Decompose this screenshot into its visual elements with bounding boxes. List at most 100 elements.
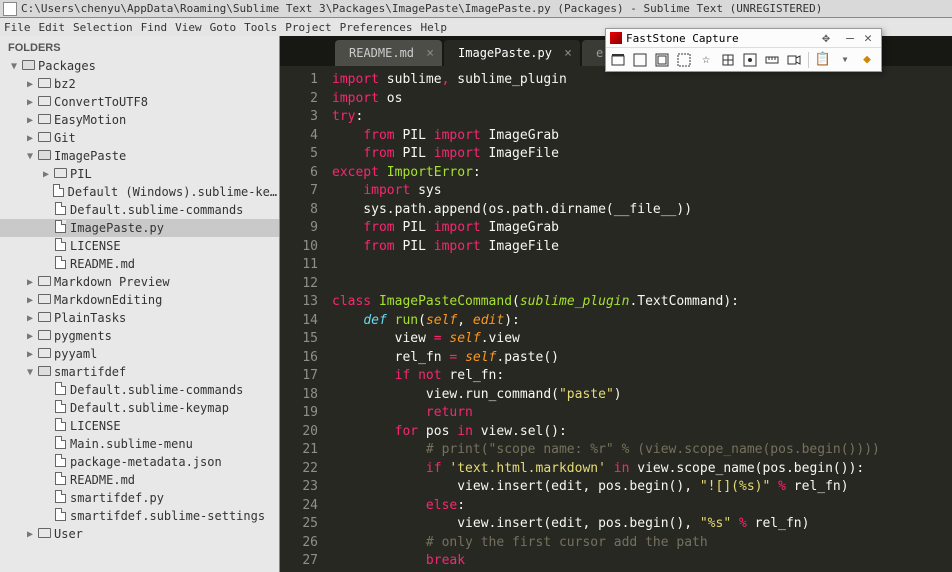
- tree-arrow-icon[interactable]: ▼: [24, 151, 36, 162]
- tree-item[interactable]: ▶bz2: [0, 75, 279, 93]
- tree-arrow-icon[interactable]: ▶: [24, 529, 36, 540]
- folder-icon: [36, 95, 52, 109]
- tree-item[interactable]: ImagePaste.py: [0, 219, 279, 237]
- folder-icon: [36, 131, 52, 145]
- menu-edit[interactable]: Edit: [35, 21, 70, 34]
- tree-label: Packages: [38, 59, 96, 73]
- capture-fullscreen-icon[interactable]: ☆: [698, 52, 714, 68]
- screen-ruler-icon[interactable]: [764, 52, 780, 68]
- faststone-title: FastStone Capture: [626, 32, 739, 45]
- tree-item[interactable]: ▶PlainTasks: [0, 309, 279, 327]
- line-number: 12: [280, 275, 318, 294]
- menu-goto[interactable]: Goto: [206, 21, 241, 34]
- tree-arrow-icon[interactable]: ▶: [24, 97, 36, 108]
- tree-item[interactable]: ▼ImagePaste: [0, 147, 279, 165]
- tree-item[interactable]: ▼smartifdef: [0, 363, 279, 381]
- tree-arrow-icon[interactable]: ▶: [24, 277, 36, 288]
- file-icon: [52, 382, 68, 398]
- tab[interactable]: ImagePaste.py×: [444, 40, 580, 66]
- line-number: 3: [280, 108, 318, 127]
- line-number: 7: [280, 182, 318, 201]
- line-number: 22: [280, 460, 318, 479]
- code-line: from PIL import ImageGrab: [332, 127, 952, 146]
- tree-arrow-icon[interactable]: ▼: [24, 367, 36, 378]
- tree-item[interactable]: ▶EasyMotion: [0, 111, 279, 129]
- code-content[interactable]: import sublime, sublime_pluginimport ost…: [332, 66, 952, 572]
- menu-find[interactable]: Find: [137, 21, 172, 34]
- code-line: from PIL import ImageFile: [332, 145, 952, 164]
- tree-item[interactable]: smartifdef.py: [0, 489, 279, 507]
- tree-item[interactable]: ▶ConvertToUTF8: [0, 93, 279, 111]
- code-line: view.run_command("paste"): [332, 386, 952, 405]
- tree-item[interactable]: ▶MarkdownEditing: [0, 291, 279, 309]
- tree-arrow-icon[interactable]: ▶: [24, 331, 36, 342]
- folder-icon: [20, 59, 36, 73]
- tree-arrow-icon[interactable]: ▶: [40, 169, 52, 180]
- line-number: 10: [280, 238, 318, 257]
- capture-freehand-icon[interactable]: [676, 52, 692, 68]
- tree-item[interactable]: smartifdef.sublime-settings: [0, 507, 279, 525]
- capture-window-icon[interactable]: [632, 52, 648, 68]
- tree-item[interactable]: package-metadata.json: [0, 453, 279, 471]
- capture-rect-icon[interactable]: [654, 52, 670, 68]
- code-line: view = self.view: [332, 330, 952, 349]
- tree-arrow-icon[interactable]: ▶: [24, 133, 36, 144]
- menu-preferences[interactable]: Preferences: [336, 21, 417, 34]
- tree-item[interactable]: Main.sublime-menu: [0, 435, 279, 453]
- settings-icon[interactable]: ◆: [859, 52, 875, 68]
- tree-item[interactable]: README.md: [0, 255, 279, 273]
- menu-help[interactable]: Help: [416, 21, 451, 34]
- code-line: import sublime, sublime_plugin: [332, 71, 952, 90]
- faststone-icon: [610, 32, 622, 44]
- tree-item[interactable]: ▶pygments: [0, 327, 279, 345]
- file-icon: [52, 256, 68, 272]
- menu-selection[interactable]: Selection: [69, 21, 137, 34]
- tree-item[interactable]: ▶pyyaml: [0, 345, 279, 363]
- capture-fixed-icon[interactable]: [742, 52, 758, 68]
- tree-item[interactable]: ▶PIL: [0, 165, 279, 183]
- tree-item[interactable]: Default.sublime-commands: [0, 381, 279, 399]
- tab-close-icon[interactable]: ×: [426, 46, 434, 61]
- close-button[interactable]: ✕: [861, 31, 875, 45]
- line-number: 18: [280, 386, 318, 405]
- line-number: 8: [280, 201, 318, 220]
- tree-label: README.md: [70, 473, 135, 487]
- tree-item[interactable]: ▶Git: [0, 129, 279, 147]
- tree-arrow-icon[interactable]: ▶: [24, 349, 36, 360]
- tree-item[interactable]: ▶User: [0, 525, 279, 543]
- tree-arrow-icon[interactable]: ▶: [24, 295, 36, 306]
- faststone-titlebar[interactable]: FastStone Capture ✥ — ✕: [606, 29, 881, 48]
- tree-item[interactable]: Default.sublime-keymap: [0, 399, 279, 417]
- tree-label: LICENSE: [70, 239, 121, 253]
- tree-item[interactable]: LICENSE: [0, 417, 279, 435]
- code-line: class ImagePasteCommand(sublime_plugin.T…: [332, 293, 952, 312]
- tree-arrow-icon[interactable]: ▶: [24, 115, 36, 126]
- capture-active-window-icon[interactable]: [610, 52, 626, 68]
- capture-scrolling-icon[interactable]: [720, 52, 736, 68]
- tab-close-icon[interactable]: ×: [564, 46, 572, 61]
- tree-item[interactable]: README.md: [0, 471, 279, 489]
- tree-item[interactable]: Default (Windows).sublime-keymap: [0, 183, 279, 201]
- move-icon[interactable]: ✥: [817, 31, 835, 45]
- line-number: 1: [280, 71, 318, 90]
- tree-arrow-icon[interactable]: ▶: [24, 79, 36, 90]
- tree-arrow-icon[interactable]: ▼: [8, 61, 20, 72]
- window-titlebar: C:\Users\chenyu\AppData\Roaming\Sublime …: [0, 0, 952, 18]
- tab[interactable]: README.md×: [335, 40, 442, 66]
- code-area[interactable]: 1234567891011121314151617181920212223242…: [280, 66, 952, 572]
- tree-label: package-metadata.json: [70, 455, 222, 469]
- minimize-button[interactable]: —: [843, 31, 857, 45]
- tree-item[interactable]: ▶Markdown Preview: [0, 273, 279, 291]
- output-dropdown-icon[interactable]: ▼: [837, 52, 853, 68]
- tree-item[interactable]: Default.sublime-commands: [0, 201, 279, 219]
- menu-file[interactable]: File: [0, 21, 35, 34]
- tree-item[interactable]: LICENSE: [0, 237, 279, 255]
- menu-project[interactable]: Project: [281, 21, 335, 34]
- output-clipboard-icon[interactable]: 📋: [815, 52, 831, 68]
- faststone-window[interactable]: FastStone Capture ✥ — ✕ ☆ 📋 ▼ ◆: [605, 28, 882, 72]
- menu-view[interactable]: View: [171, 21, 206, 34]
- tree-arrow-icon[interactable]: ▶: [24, 313, 36, 324]
- tree-item[interactable]: ▼ Packages: [0, 57, 279, 75]
- menu-tools[interactable]: Tools: [240, 21, 281, 34]
- screen-recorder-icon[interactable]: [786, 52, 802, 68]
